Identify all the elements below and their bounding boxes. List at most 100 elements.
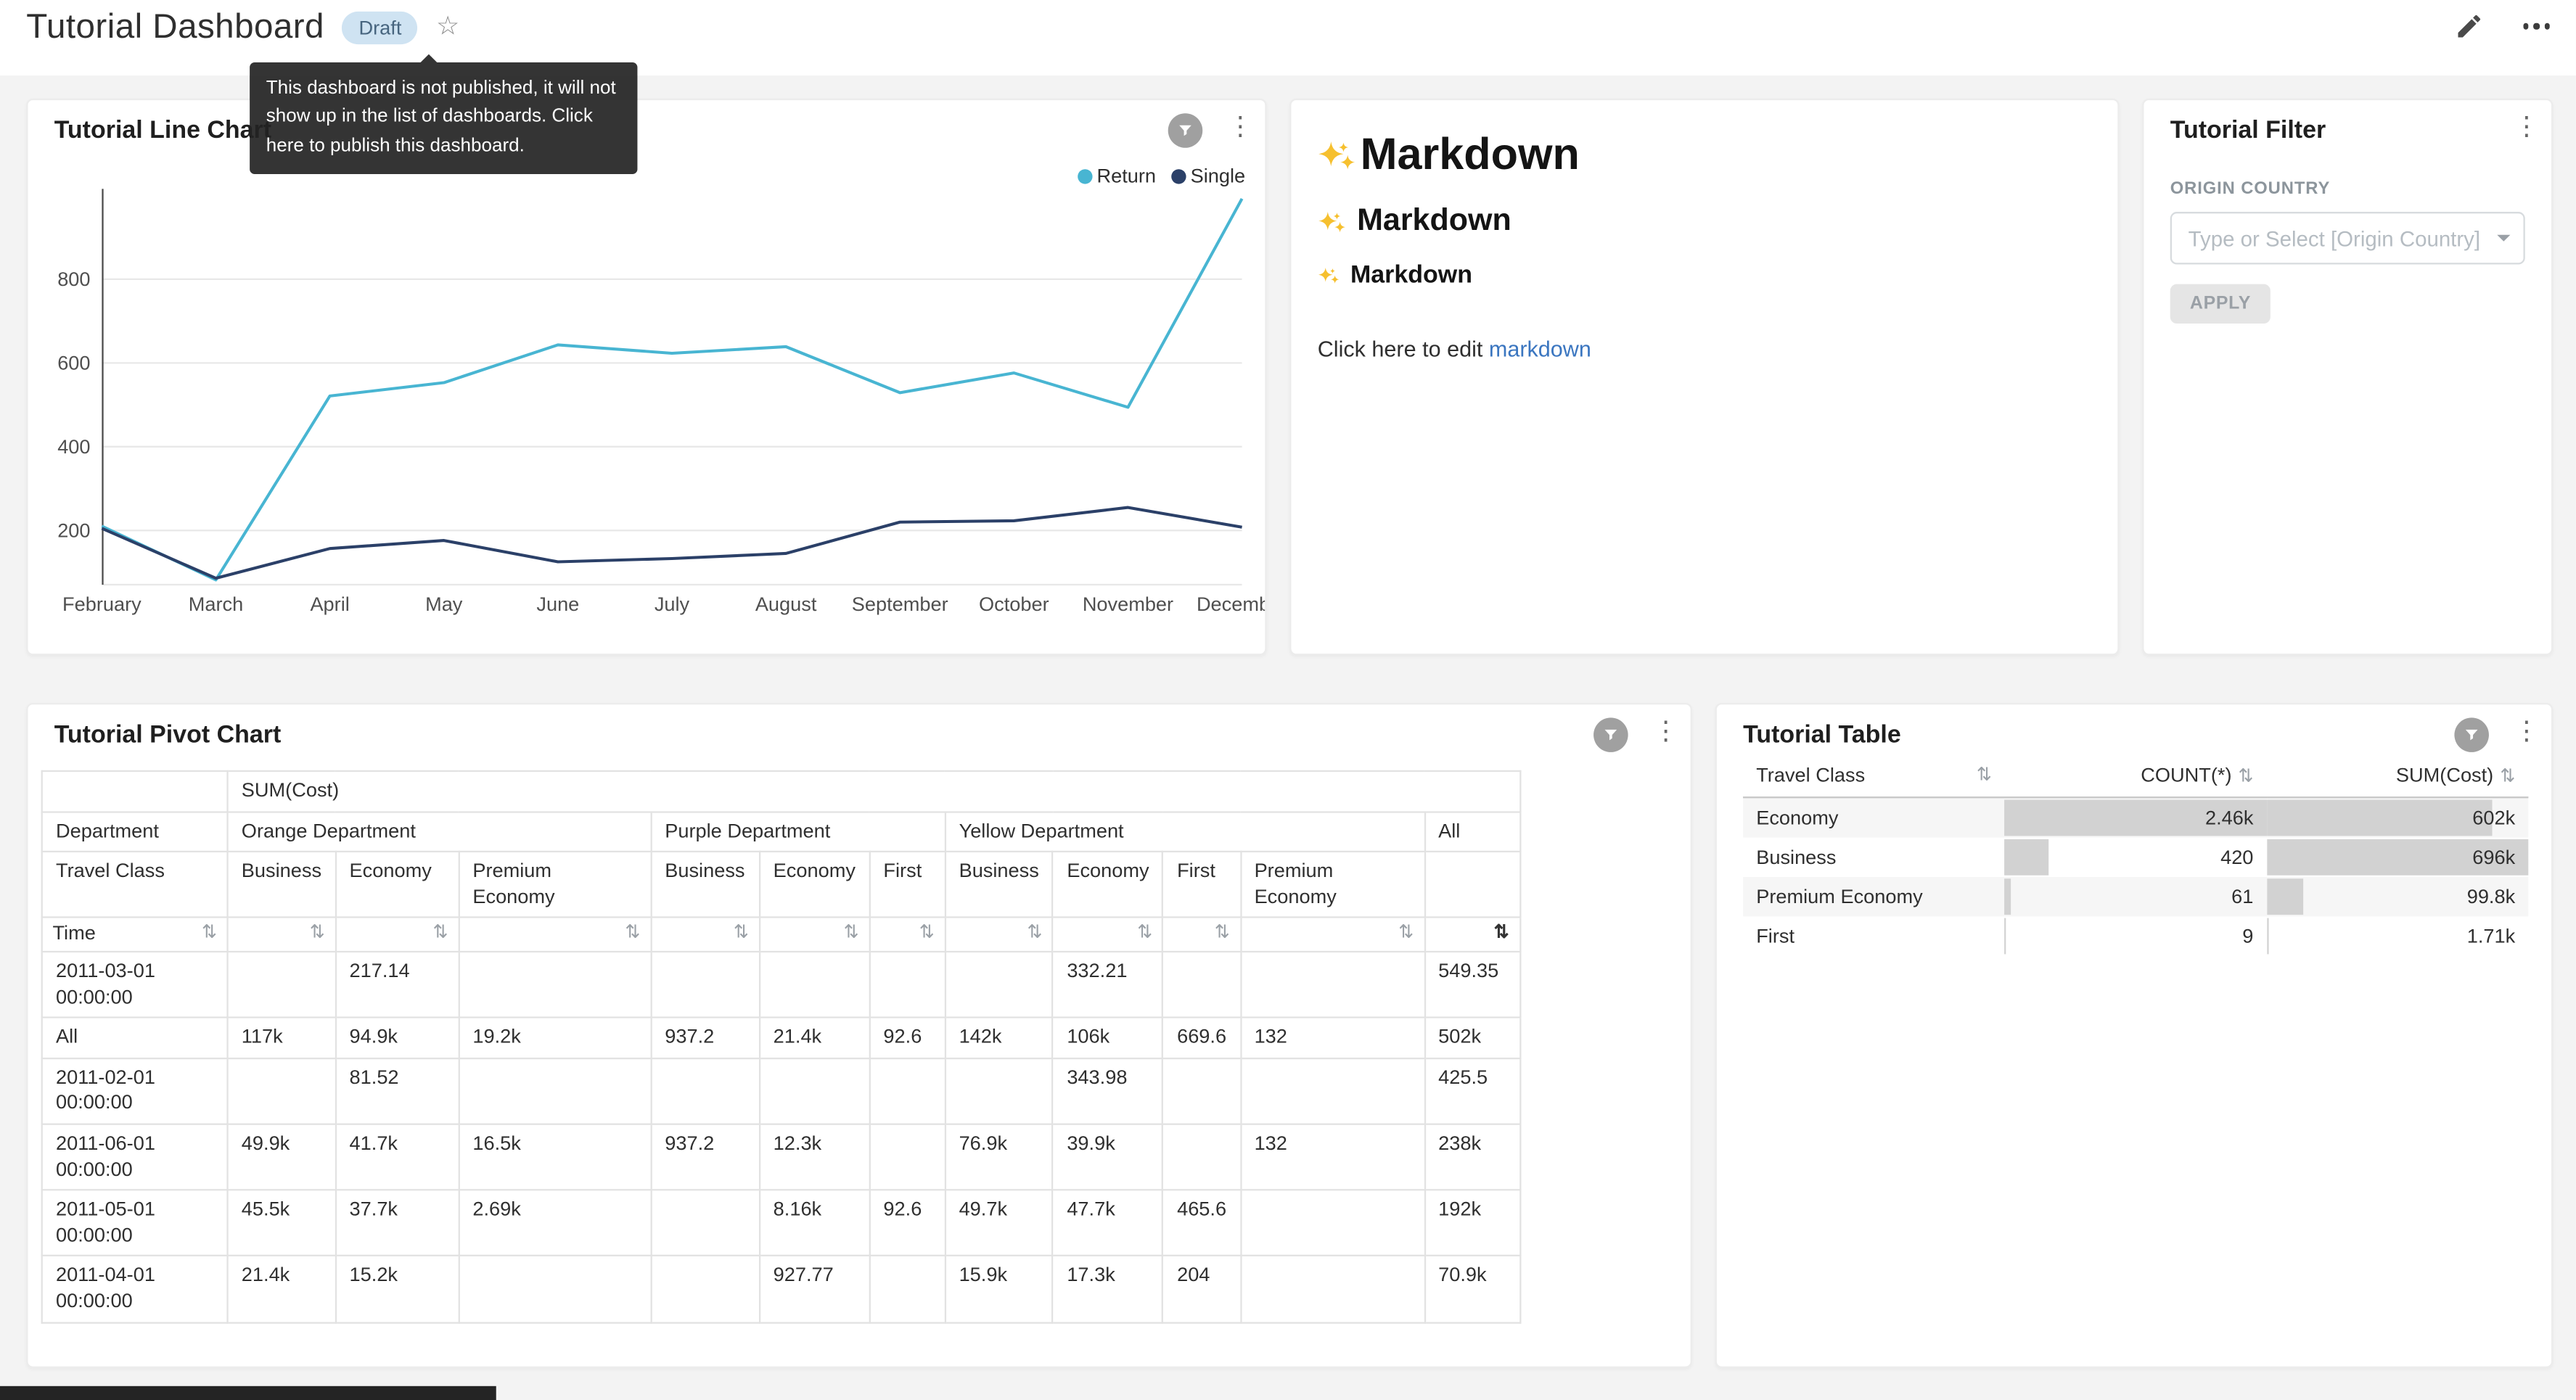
sort-icon[interactable]: ⇅ <box>1027 922 1042 945</box>
pivot-value-cell <box>1240 1190 1424 1256</box>
cell-bar <box>2267 918 2268 955</box>
sort-icon[interactable]: ⇅ <box>433 922 448 945</box>
legend-dot-icon <box>1170 168 1185 183</box>
screenshot-stage: Tutorial Dashboard Draft ☆ This dashboar… <box>0 0 2576 1400</box>
pivot-value-cell: 549.35 <box>1424 952 1519 1018</box>
pivot-value-cell: 17.3k <box>1053 1256 1163 1322</box>
applied-filter-icon[interactable] <box>2454 717 2489 752</box>
table-row: First91.71k <box>1743 916 2528 955</box>
pivot-sort-header[interactable]: ⇅ <box>1240 918 1424 952</box>
pivot-sort-header[interactable]: ⇅ <box>869 918 945 952</box>
pivot-value-cell: 669.6 <box>1163 1018 1240 1058</box>
pivot-sort-header[interactable]: ⇅ <box>759 918 869 952</box>
apply-button[interactable]: APPLY <box>2170 284 2271 324</box>
pivot-metric-header: SUM(Cost) <box>228 771 1520 812</box>
x-axis-label: March <box>189 593 243 615</box>
legend-item[interactable]: Return <box>1077 164 1156 187</box>
pivot-value-cell <box>759 1058 869 1124</box>
applied-filter-icon[interactable] <box>1168 113 1203 148</box>
pivot-value-cell: 39.9k <box>1053 1124 1163 1190</box>
pivot-value-cell <box>228 1058 336 1124</box>
pivot-value-cell: 41.7k <box>335 1124 459 1190</box>
pivot-value-cell <box>869 1256 945 1322</box>
pivot-sort-header[interactable]: ⇅ <box>1163 918 1240 952</box>
table-cell: Economy <box>1743 797 2005 837</box>
more-menu-icon[interactable] <box>2522 23 2549 29</box>
sort-icon[interactable]: ⇅ <box>1137 922 1152 945</box>
sort-icon[interactable]: ⇅ <box>2500 767 2515 786</box>
chart-title: Tutorial Filter <box>2170 117 2326 144</box>
legend-dot-icon <box>1077 168 1091 183</box>
kebab-menu-icon[interactable]: ⋮ <box>1653 720 1676 746</box>
table-cell: 1.71k <box>2267 916 2529 955</box>
pivot-col-header: Premium Economy <box>459 852 651 918</box>
pivot-value-cell <box>869 952 945 1018</box>
pivot-sort-header[interactable]: ⇅ <box>945 918 1053 952</box>
draft-badge[interactable]: Draft <box>342 12 418 44</box>
sort-icon[interactable]: ⇅ <box>310 922 325 945</box>
pivot-col-header: Economy <box>759 852 869 918</box>
pivot-value-cell: 92.6 <box>869 1018 945 1058</box>
sort-icon[interactable]: ⇅ <box>202 922 217 945</box>
pivot-value-cell: 332.21 <box>1053 952 1163 1018</box>
sort-icon[interactable]: ⇅ <box>1398 922 1414 945</box>
pivot-sort-header[interactable]: ⇅ <box>335 918 459 952</box>
pivot-value-cell <box>459 952 651 1018</box>
cell-value: 2.46k <box>2018 807 2253 830</box>
markdown-edit-link[interactable]: markdown <box>1489 337 1591 361</box>
x-axis-label: February <box>62 593 141 615</box>
pivot-value-cell: 21.4k <box>228 1256 336 1322</box>
sort-icon[interactable]: ⇅ <box>1494 922 1509 945</box>
pivot-value-cell: 81.52 <box>335 1058 459 1124</box>
legend-item[interactable]: Single <box>1170 164 1245 187</box>
sort-icon[interactable]: ⇅ <box>844 922 859 945</box>
pivot-value-cell <box>1240 1058 1424 1124</box>
edit-pencil-icon[interactable] <box>2453 12 2483 41</box>
pivot-sort-header[interactable]: ⇅ <box>228 918 336 952</box>
table-column-header[interactable]: SUM(Cost)⇅ <box>2267 754 2529 797</box>
origin-country-select[interactable]: Type or Select [Origin Country] <box>2170 212 2525 264</box>
pivot-row: 2011-05-01 00:00:0045.5k37.7k2.69k8.16k9… <box>42 1190 1519 1256</box>
pivot-sort-header[interactable]: ⇅ <box>459 918 651 952</box>
pivot-sort-header[interactable]: ⇅ <box>651 918 759 952</box>
line-chart-card: Tutorial Line Chart ⋮ ReturnSingle 20040… <box>26 99 1266 655</box>
applied-filter-icon[interactable] <box>1593 717 1628 752</box>
sort-icon[interactable]: ⇅ <box>2239 767 2254 786</box>
sort-icon[interactable]: ⇅ <box>1977 764 1992 785</box>
filter-body: ORIGIN COUNTRY Type or Select [Origin Co… <box>2170 156 2525 324</box>
cell-value: 696k <box>2280 846 2516 869</box>
pivot-sort-header[interactable]: ⇅ <box>1424 918 1519 952</box>
table-cell: Premium Economy <box>1743 877 2005 916</box>
pivot-col-header: First <box>1163 852 1240 918</box>
sort-icon[interactable]: ⇅ <box>919 922 935 945</box>
kebab-menu-icon[interactable]: ⋮ <box>2514 720 2537 746</box>
table-column-header[interactable]: Travel Class⇅ <box>1743 754 2005 797</box>
table-column-header[interactable]: COUNT(*)⇅ <box>2005 754 2267 797</box>
tooltip-text: This dashboard is not published, it will… <box>266 79 616 155</box>
pivot-value-cell: 47.7k <box>1053 1190 1163 1256</box>
pivot-row: 2011-02-01 00:00:0081.52343.98425.5 <box>42 1058 1519 1124</box>
sort-icon[interactable]: ⇅ <box>734 922 749 945</box>
sort-icon[interactable]: ⇅ <box>1215 922 1230 945</box>
pivot-value-cell: 16.5k <box>459 1124 651 1190</box>
title-row: Tutorial Dashboard Draft ☆ <box>26 0 459 56</box>
header-actions <box>2453 12 2549 41</box>
pivot-value-cell: 937.2 <box>651 1124 759 1190</box>
pivot-value-cell: 19.2k <box>459 1018 651 1058</box>
pivot-value-cell: 70.9k <box>1424 1256 1519 1322</box>
pivot-sort-header[interactable]: ⇅ <box>1053 918 1163 952</box>
kebab-menu-icon[interactable]: ⋮ <box>1227 115 1250 141</box>
pivot-sort-header[interactable]: Time⇅ <box>42 918 228 952</box>
page-title: Tutorial Dashboard <box>26 8 324 47</box>
x-axis-label: July <box>655 593 690 615</box>
dashboard-page: Tutorial Dashboard Draft ☆ This dashboar… <box>0 0 2576 1400</box>
pivot-col-header: First <box>869 852 945 918</box>
pivot-col-header: Economy <box>335 852 459 918</box>
pivot-row-header: All <box>42 1018 228 1058</box>
favorite-star-icon[interactable]: ☆ <box>436 15 459 41</box>
pivot-col-group: Orange Department <box>228 812 651 852</box>
pivot-col-header: Premium Economy <box>1240 852 1424 918</box>
sort-icon[interactable]: ⇅ <box>625 922 640 945</box>
kebab-menu-icon[interactable]: ⋮ <box>2514 115 2537 141</box>
markdown-h3: Markdown <box>1318 261 2091 289</box>
